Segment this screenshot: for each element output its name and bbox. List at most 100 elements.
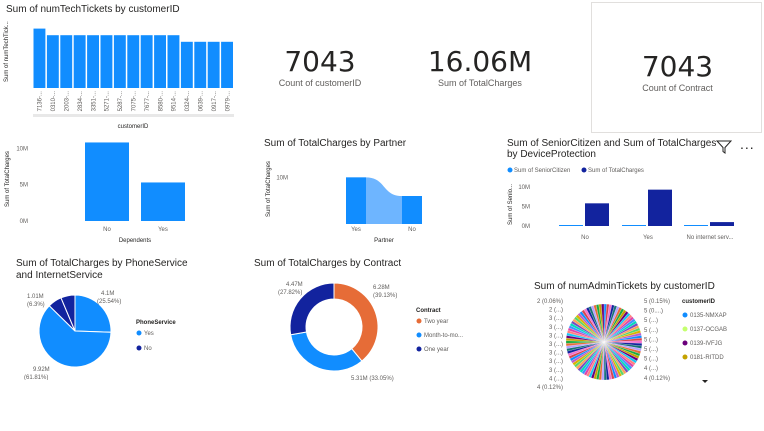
bar	[140, 35, 153, 88]
x-tick-label: 0310-...	[51, 91, 57, 112]
data-label: (25.54%)	[97, 299, 121, 305]
legend-label: Sum of TotalCharges	[588, 168, 644, 174]
card-label: Count of customerID	[278, 78, 362, 88]
tech-tickets-visual[interactable]: Sum of numTechTickets by customerID 7136…	[0, 0, 240, 135]
bar	[648, 189, 672, 226]
data-label: 5 (0.15%)	[644, 299, 670, 305]
data-label: 4.1M	[101, 291, 114, 297]
data-label: 5 (0....)	[644, 309, 663, 315]
bar	[194, 41, 207, 88]
x-tick-label: 7136-...	[38, 91, 44, 112]
data-label: 3 (...)	[549, 351, 563, 357]
data-label: 4 (0.12%)	[644, 376, 670, 382]
legend-title: Contract	[416, 308, 441, 314]
card-sum-totalcharges[interactable]: 16.06M Sum of TotalCharges	[420, 45, 540, 105]
card-value: 7043	[284, 45, 356, 78]
y-tick-label: 0M	[522, 224, 530, 230]
legend-label: Month-to-mo...	[424, 333, 463, 339]
legend-marker	[682, 326, 688, 332]
x-tick-label: Yes	[158, 227, 168, 233]
x-tick-label: 8580-...	[158, 91, 164, 112]
bar	[87, 35, 99, 88]
data-label: 6.28M	[373, 285, 390, 291]
x-tick-label: No	[408, 227, 416, 233]
card-count-customerid[interactable]: 7043 Count of customerID	[270, 45, 370, 105]
card-value: 16.06M	[427, 45, 533, 78]
legend-label: Sum of SeniorCitizen	[514, 168, 570, 174]
legend-label: One year	[424, 347, 449, 353]
dependents-visual[interactable]: 0M 5M 10M No Yes Dependents Sum of TotalCharge…	[0, 135, 240, 250]
x-tick-label: 5287-...	[118, 91, 124, 112]
x-axis-title: Dependents	[119, 238, 151, 244]
deviceprotection-visual[interactable]: Sum of SeniorCitizen and Sum of TotalCha…	[500, 135, 764, 250]
phoneservice-chart: 4.1M (25.54%) 1.01M (6.3%) 9.92M (61.81%) Phon…	[24, 291, 176, 380]
data-label: 3 (...)	[549, 325, 563, 331]
bar	[167, 35, 180, 88]
chart-title: Sum of numAdminTickets by customerID	[534, 281, 715, 292]
legend-label: 0139-IVFJG	[690, 341, 723, 347]
bar	[346, 177, 366, 224]
bar	[100, 35, 113, 88]
x-tick-label: 9514-...	[172, 91, 178, 112]
bar	[622, 225, 646, 226]
partner-visual[interactable]: Sum of TotalCharges by Partner 10M Yes No P…	[258, 135, 438, 250]
legend-label: 0135-NMXAP	[690, 313, 727, 319]
legend-marker	[416, 346, 422, 352]
legend-marker	[136, 345, 142, 351]
phoneservice-visual[interactable]: Sum of TotalCharges by PhoneService and …	[0, 255, 240, 380]
bar	[60, 35, 73, 88]
data-label: 3 (...)	[549, 316, 563, 322]
x-tick-label: 0324-...	[185, 91, 191, 112]
x-tick-label: No	[581, 235, 589, 241]
legend-marker	[682, 340, 688, 346]
chart-title: Sum of TotalCharges by Contract	[254, 258, 402, 269]
data-label: 5.31M (33.05%)	[351, 376, 394, 382]
donut-slice	[290, 331, 363, 372]
legend-label: Yes	[144, 331, 154, 337]
legend-marker	[682, 354, 688, 360]
filter-icon[interactable]	[715, 140, 733, 159]
donut-slice	[333, 282, 379, 362]
y-axis-title: Sum of numTechTick...	[4, 21, 10, 82]
admintickets-visual[interactable]: Sum of numAdminTickets by customerID 2 (…	[520, 278, 764, 398]
data-label: 4.47M	[286, 282, 303, 288]
bar	[33, 28, 46, 89]
bar	[585, 203, 609, 226]
x-tick-label: 7075-...	[132, 91, 138, 112]
y-tick-label: 5M	[20, 183, 28, 189]
bar	[207, 41, 220, 88]
data-label: (27.82%)	[278, 290, 302, 296]
legend-marker	[416, 318, 422, 324]
x-tick-label: 2834-...	[78, 91, 84, 112]
more-options-icon[interactable]: ...	[740, 136, 755, 152]
x-tick-label: 0979-...	[225, 91, 231, 112]
y-tick-label: 5M	[522, 204, 530, 210]
x-tick-label: 0917-...	[212, 91, 218, 112]
legend-label: 0137-OCGAB	[690, 327, 727, 333]
legend-marker	[507, 167, 513, 173]
data-label: 1.01M	[27, 294, 44, 300]
partner-chart: 10M Yes No Partner Sum of TotalCharges	[266, 161, 422, 244]
x-tick-label: Yes	[643, 235, 653, 241]
data-label: 4 (...)	[644, 366, 658, 372]
legend-title: PhoneService	[136, 320, 176, 326]
bar	[154, 35, 166, 88]
card-count-contract[interactable]: 7043 Count of Contract	[591, 2, 762, 133]
contract-visual[interactable]: Sum of TotalCharges by Contract 6.28M (39…	[248, 255, 498, 385]
data-label: (61.81%)	[24, 375, 48, 380]
bar	[46, 35, 59, 88]
bar	[85, 142, 129, 221]
y-axis-title: Sum of Senio...	[508, 184, 514, 225]
card-label: Sum of TotalCharges	[438, 78, 522, 88]
x-tick-label: No	[103, 227, 111, 233]
data-label: 5 (...)	[644, 337, 658, 343]
data-label: 3 (...)	[549, 368, 563, 374]
data-label: 3 (...)	[549, 333, 563, 339]
bar	[710, 222, 734, 226]
data-label: 9.92M	[33, 367, 50, 373]
bar	[180, 41, 193, 88]
legend-marker	[416, 332, 422, 338]
contract-chart: 6.28M (39.13%) 5.31M (33.05%) 4.47M (27.82%)…	[278, 282, 463, 382]
bar	[73, 35, 86, 88]
x-tick-label: 0639-...	[199, 91, 205, 112]
